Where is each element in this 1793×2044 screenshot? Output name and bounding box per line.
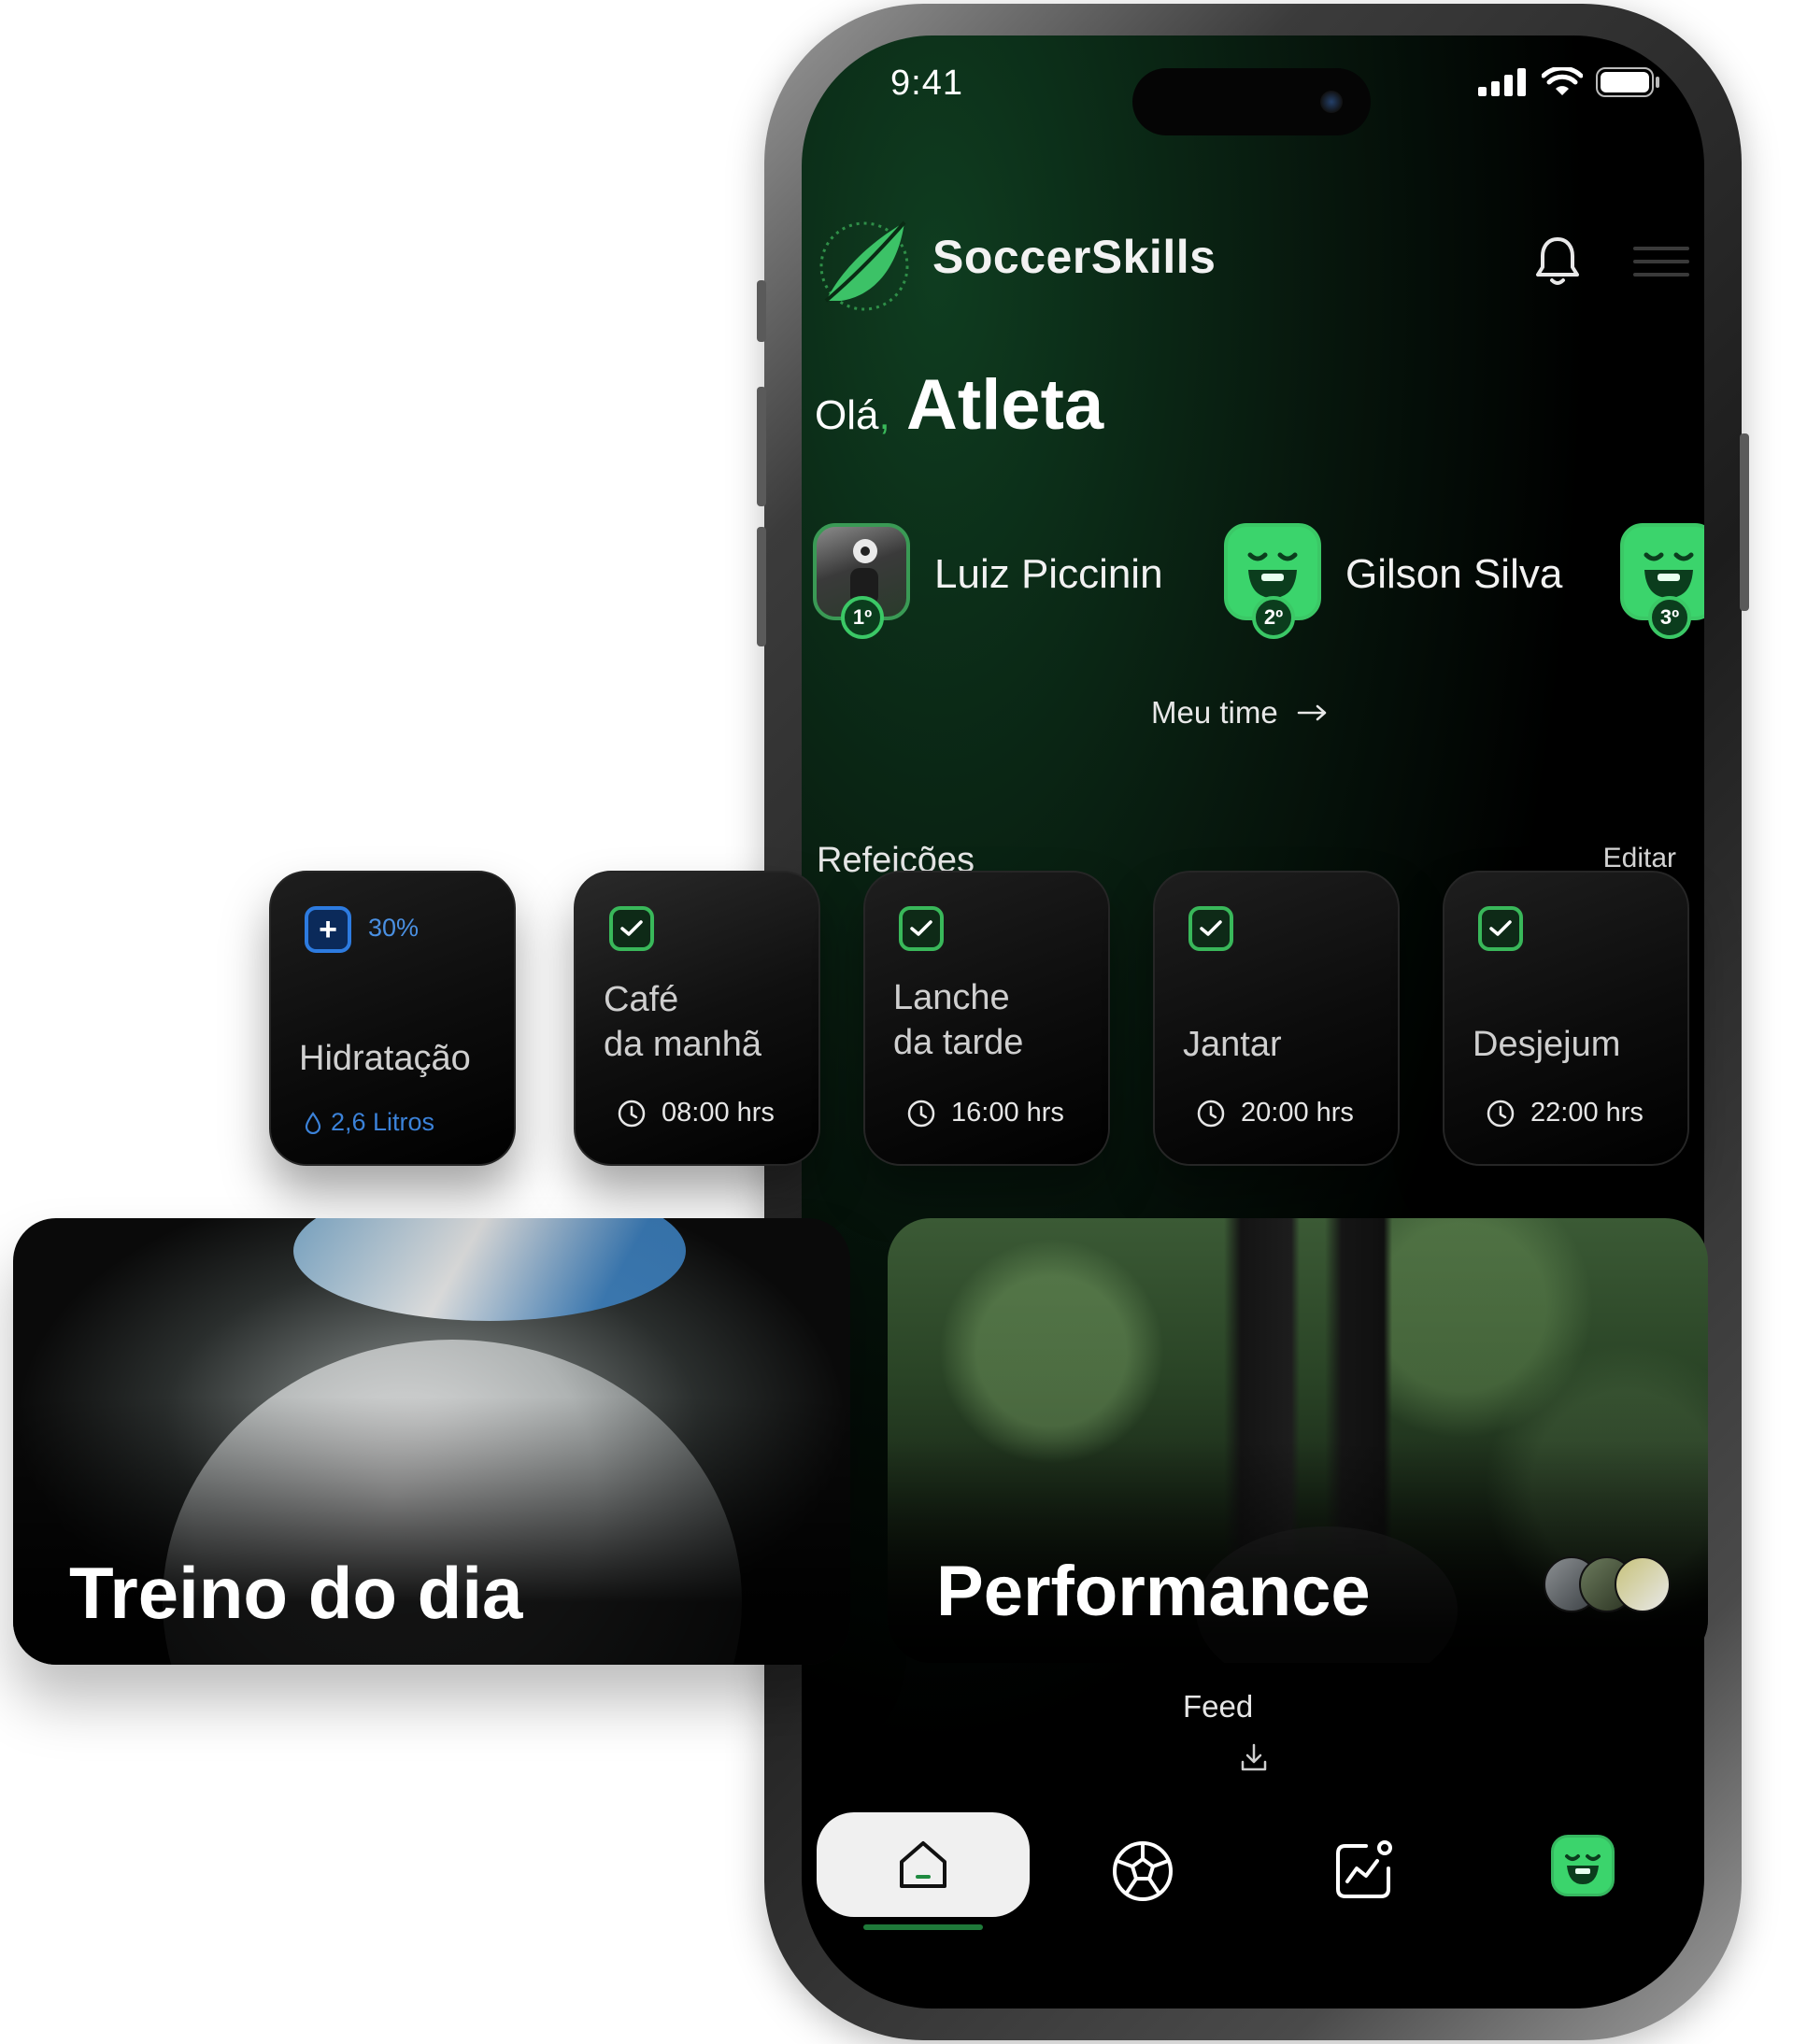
- avatar-stack: [1544, 1556, 1671, 1612]
- clock-icon: [907, 1100, 935, 1127]
- ranking-item-2[interactable]: 2º Gilson Silva: [1224, 523, 1563, 639]
- check-icon[interactable]: [1188, 906, 1233, 951]
- nav-profile-button[interactable]: [1551, 1835, 1615, 1896]
- check-icon[interactable]: [899, 906, 944, 951]
- volume-down-button: [757, 527, 766, 646]
- avatar: 1º: [813, 523, 910, 639]
- power-button: [1740, 433, 1749, 611]
- ball-icon[interactable]: [1108, 1837, 1177, 1906]
- ranking-name: Luiz Piccinin: [934, 551, 1163, 597]
- meal-title: Café da manhã: [604, 980, 762, 1064]
- meal-time: 08:00 hrs: [617, 1098, 775, 1128]
- avatar: 3º: [1620, 523, 1704, 639]
- meals-edit-button[interactable]: Editar: [1603, 843, 1676, 874]
- battery-icon: [1596, 67, 1659, 97]
- clock-icon: [1197, 1100, 1225, 1127]
- meal-card[interactable]: Lanche da tarde 16:00 hrs: [863, 871, 1110, 1166]
- profile-icon: [1565, 1854, 1601, 1884]
- camera-icon: [1320, 91, 1343, 113]
- dynamic-island: [1132, 68, 1371, 135]
- meal-title: Lanche da tarde: [893, 978, 1024, 1062]
- clock-icon: [618, 1100, 646, 1127]
- meal-card[interactable]: Café da manhã 08:00 hrs: [574, 871, 820, 1166]
- meu-time-label: Meu time: [1151, 695, 1278, 730]
- download-icon[interactable]: [1235, 1739, 1273, 1777]
- meu-time-link[interactable]: Meu time: [1151, 695, 1329, 731]
- meal-time: 22:00 hrs: [1486, 1098, 1644, 1128]
- hydration-amount-value: 2,6 Litros: [331, 1108, 435, 1136]
- hydration-title: Hidratação: [299, 1039, 471, 1078]
- hydration-amount: 2,6 Litros: [305, 1108, 434, 1137]
- home-icon: [900, 1841, 946, 1888]
- meal-time: 16:00 hrs: [906, 1098, 1064, 1128]
- ranking-item-1[interactable]: 1º Luiz Piccinin: [813, 523, 1163, 639]
- volume-up-button: [757, 387, 766, 506]
- ranking-name: Gilson Silva: [1345, 551, 1563, 597]
- performance-title: Performance: [936, 1552, 1371, 1631]
- performance-icon[interactable]: [1329, 1837, 1398, 1906]
- rank-badge: 3º: [1648, 596, 1691, 639]
- arrow-right-icon: [1297, 704, 1326, 721]
- nav-active-indicator: [863, 1924, 983, 1930]
- rank-badge: 1º: [841, 596, 884, 639]
- meal-title: Desjejum: [1473, 1025, 1621, 1064]
- avatar: 2º: [1224, 523, 1321, 639]
- soccerskills-logo-icon: [819, 220, 909, 311]
- water-drop-icon: [305, 1111, 321, 1134]
- menu-icon[interactable]: [1633, 243, 1689, 280]
- ranking-item-3[interactable]: 3º: [1620, 523, 1704, 639]
- mute-switch: [757, 280, 766, 342]
- signal-icon: [1478, 68, 1526, 96]
- performance-card[interactable]: Performance: [888, 1218, 1708, 1663]
- training-title: Treino do dia: [69, 1552, 523, 1634]
- status-time: 9:41: [890, 64, 963, 103]
- bell-icon[interactable]: [1534, 234, 1581, 288]
- avatar: [1615, 1556, 1671, 1612]
- brand-name: SoccerSkills: [932, 231, 1217, 283]
- training-card[interactable]: Treino do dia: [13, 1218, 850, 1665]
- meal-card[interactable]: Desjejum 22:00 hrs: [1443, 871, 1689, 1166]
- wifi-icon: [1542, 67, 1583, 95]
- meal-time: 20:00 hrs: [1196, 1098, 1354, 1128]
- hydration-card[interactable]: + 30% Hidratação 2,6 Litros: [269, 871, 516, 1166]
- greeting-name: Atleta: [906, 365, 1104, 445]
- meal-card[interactable]: Jantar 20:00 hrs: [1153, 871, 1400, 1166]
- feed-label[interactable]: Feed: [1183, 1689, 1253, 1725]
- greeting-hello: Olá,: [815, 392, 890, 438]
- check-icon[interactable]: [1478, 906, 1523, 951]
- rank-badge: 2º: [1252, 596, 1295, 639]
- status-icons: [1478, 67, 1661, 97]
- hydration-percent: 30%: [368, 914, 420, 942]
- greeting-comma: ,: [878, 392, 890, 438]
- check-icon[interactable]: [609, 906, 654, 951]
- meal-title: Jantar: [1183, 1025, 1282, 1064]
- add-water-button[interactable]: +: [305, 906, 351, 953]
- nav-home-button[interactable]: [817, 1812, 1030, 1917]
- clock-icon: [1487, 1100, 1515, 1127]
